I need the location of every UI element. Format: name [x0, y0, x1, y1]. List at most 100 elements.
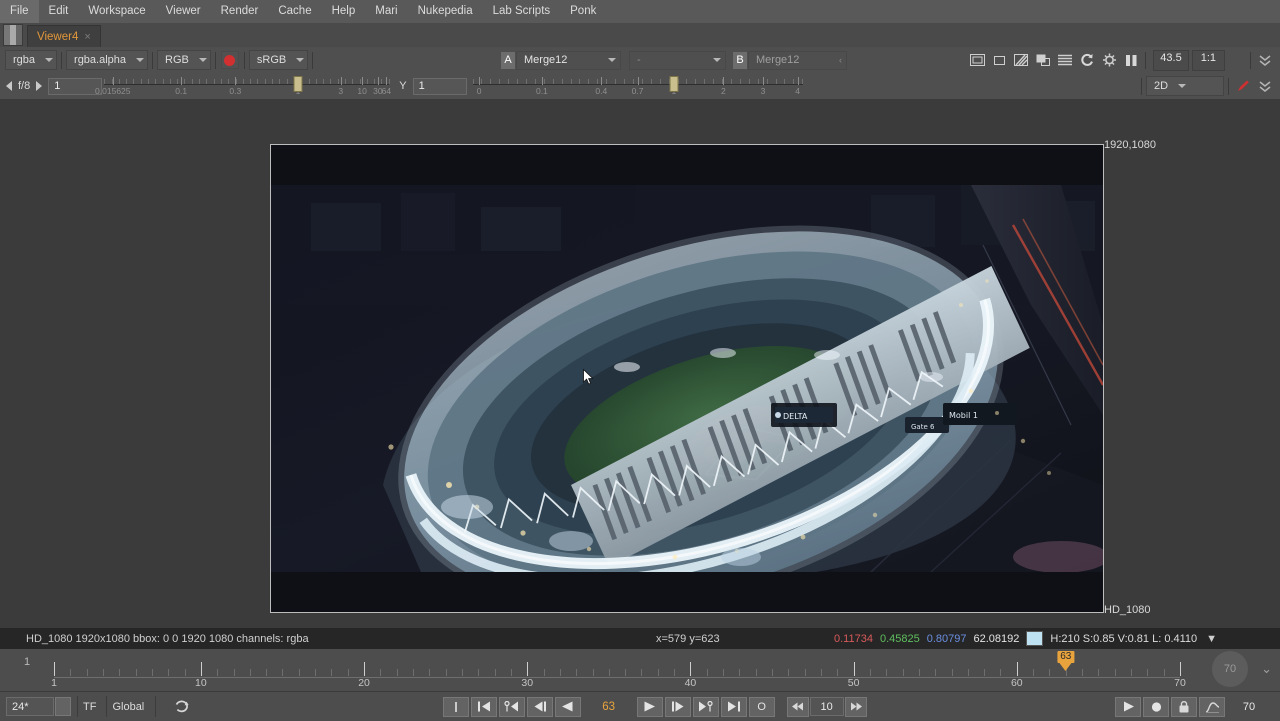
play-range-badge[interactable]: 70 [1212, 651, 1248, 687]
menu-item-nukepedia[interactable]: Nukepedia [408, 0, 483, 23]
tab-label: Viewer4 [37, 30, 79, 43]
curve-icon[interactable] [1199, 696, 1225, 717]
menu-item-lab-scripts[interactable]: Lab Scripts [483, 0, 561, 23]
gamma-slider-knob[interactable] [669, 76, 679, 92]
timeline-playhead[interactable]: 63 [1057, 651, 1075, 671]
chevron-down-icon [45, 58, 54, 62]
out-point-icon[interactable]: O [748, 696, 775, 717]
chevron-left-icon: ‹ [839, 55, 842, 65]
menu-item-workspace[interactable]: Workspace [78, 0, 155, 23]
play-range-icon[interactable] [1115, 696, 1141, 717]
nuke-viewer-window: File Edit Workspace Viewer Render Cache … [0, 0, 1280, 721]
wipe-icon[interactable] [1011, 51, 1031, 69]
lock-icon[interactable] [1171, 696, 1197, 717]
next-frame-icon[interactable] [664, 696, 691, 717]
letterbox-bottom [271, 572, 1103, 612]
zoom-ratio-value[interactable]: 1:1 [1191, 49, 1225, 71]
step-forward-icon[interactable] [844, 696, 867, 717]
timeline-ruler[interactable]: 1 10 20 30 40 50 60 70 63 [51, 651, 1186, 689]
scope-label[interactable]: Global [112, 701, 144, 713]
divider [1141, 77, 1142, 95]
status-pixel-values: 0.11734 0.45825 0.80797 62.08192 H:210 S… [834, 631, 1217, 646]
proxy-icon[interactable] [989, 51, 1009, 69]
divider [312, 51, 314, 69]
divider [1145, 51, 1147, 69]
chevron-down-icon [136, 58, 145, 62]
timeline-bar: 1 1 10 20 30 40 50 60 70 63 70 ⌄ [0, 649, 1280, 691]
layer-dropdown[interactable]: rgba.alpha [66, 50, 149, 70]
expand-panel-icon[interactable] [1255, 51, 1275, 69]
tab-viewer4[interactable]: Viewer4 × [27, 25, 101, 47]
fps-dropdown-icon[interactable] [55, 697, 71, 716]
svg-text:DELTA: DELTA [783, 412, 808, 421]
gamma-input[interactable]: 1 [412, 77, 467, 95]
menu-item-cache[interactable]: Cache [268, 0, 321, 23]
play-forward-icon[interactable] [636, 696, 663, 717]
format-size-label: 1920,1080 [1104, 139, 1156, 151]
expand-panel-icon[interactable] [1255, 77, 1275, 95]
chevron-down-icon[interactable]: ▼ [1206, 633, 1217, 645]
menu-item-ponk[interactable]: Ponk [560, 0, 606, 23]
overlay-icon[interactable] [1033, 51, 1053, 69]
pixel-hsvl-value: H:210 S:0.85 V:0.81 L: 0.4110 [1050, 632, 1198, 645]
menu-item-file[interactable]: File [0, 0, 39, 23]
fps-input[interactable]: 24* [6, 697, 54, 716]
ab-input-group: A Merge12 - B Merge12 ‹ [500, 50, 847, 70]
zoom-level-value[interactable]: 43.5 [1153, 49, 1189, 71]
exposure-increase-icon[interactable] [36, 81, 43, 91]
channels-value: rgba [13, 54, 36, 66]
last-frame-icon[interactable] [720, 696, 747, 717]
expand-panel-icon[interactable]: ⌄ [1261, 661, 1272, 677]
exposure-slider-knob[interactable] [293, 76, 303, 92]
prev-frame-icon[interactable] [526, 696, 553, 717]
end-frame-input[interactable]: 70 [1226, 697, 1272, 716]
panel-grip-icon[interactable] [3, 24, 23, 46]
channels-dropdown[interactable]: rgba [5, 50, 58, 70]
timecode-mode-label[interactable]: TF [83, 701, 96, 713]
in-point-icon[interactable] [442, 696, 469, 717]
blend-op-dropdown[interactable]: - [629, 50, 726, 70]
first-frame-icon[interactable] [470, 696, 497, 717]
mask-dot-icon[interactable] [220, 51, 239, 69]
colorspace-dropdown[interactable]: sRGB [248, 50, 309, 70]
record-icon[interactable] [1143, 696, 1169, 717]
menu-item-mari[interactable]: Mari [365, 0, 407, 23]
menu-item-edit[interactable]: Edit [39, 0, 79, 23]
viewer-status-bar: HD_1080 1920x1080 bbox: 0 0 1920 1080 ch… [0, 628, 1280, 649]
chevron-down-icon[interactable] [1226, 51, 1246, 69]
menu-item-help[interactable]: Help [322, 0, 366, 23]
chevron-down-icon [198, 58, 207, 62]
display-channel-dropdown[interactable]: RGB [157, 50, 211, 70]
menu-item-render[interactable]: Render [211, 0, 269, 23]
gamma-slider[interactable]: 00.10.40.71234 [472, 75, 804, 97]
image-plate: DELTA Gate 6 Mobil 1 [271, 185, 1103, 572]
close-icon[interactable]: × [84, 31, 90, 43]
exposure-decrease-icon[interactable] [6, 81, 12, 91]
loop-icon[interactable] [170, 698, 194, 716]
exposure-slider[interactable]: 0.0156250.10.313103064 [95, 75, 391, 97]
menu-item-viewer[interactable]: Viewer [156, 0, 211, 23]
svg-text:Mobil 1: Mobil 1 [949, 411, 978, 420]
viewmode-dropdown[interactable]: 2D [1146, 76, 1224, 96]
input-b-dropdown[interactable]: Merge12 ‹ [748, 50, 847, 70]
prev-key-icon[interactable] [498, 696, 525, 717]
chevron-down-icon [608, 58, 616, 62]
viewer-options-group: 43.5 1:1 [966, 49, 1276, 71]
divider [61, 51, 63, 69]
step-back-icon[interactable] [786, 696, 809, 717]
viewer-canvas[interactable]: DELTA Gate 6 Mobil 1 1920,1080 HD_1080 [0, 99, 1280, 628]
frame-increment-input[interactable]: 10 [809, 697, 844, 716]
next-key-icon[interactable] [692, 696, 719, 717]
pen-icon[interactable] [1233, 77, 1253, 95]
roi-icon[interactable] [967, 51, 987, 69]
layers-icon[interactable] [1055, 51, 1075, 69]
play-back-icon[interactable] [554, 696, 581, 717]
current-frame-input[interactable]: 63 [587, 696, 630, 717]
gain-icon[interactable] [1099, 51, 1119, 69]
refresh-icon[interactable] [1077, 51, 1097, 69]
input-a-dropdown[interactable]: Merge12 [516, 50, 621, 70]
pixel-blue-value: 0.80797 [926, 632, 967, 645]
pause-icon[interactable] [1121, 51, 1141, 69]
chevron-down-icon [296, 58, 305, 62]
divider [1250, 51, 1251, 69]
